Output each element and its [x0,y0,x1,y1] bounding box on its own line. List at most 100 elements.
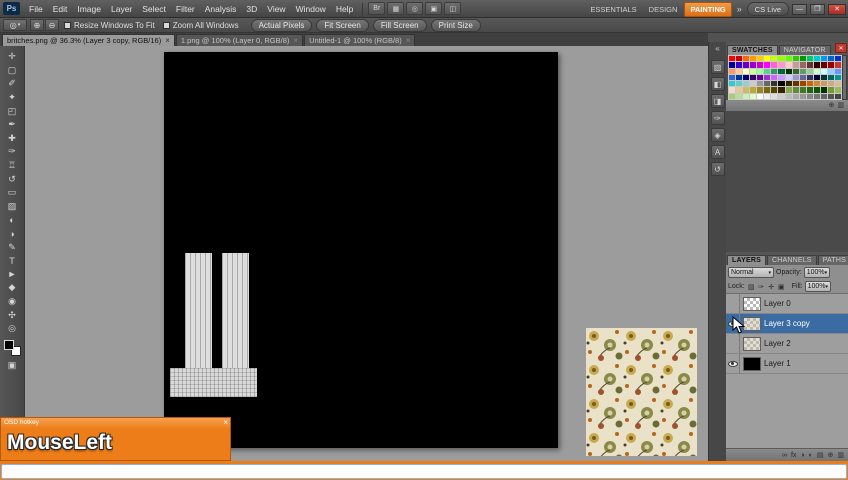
swatch[interactable] [736,74,743,81]
swatch[interactable] [785,62,792,68]
swatch[interactable] [736,93,743,100]
panel-close-button[interactable]: ✕ [835,43,847,53]
menu-analysis[interactable]: Analysis [200,0,242,18]
swatch[interactable] [757,81,764,87]
document-tab[interactable]: britches.png @ 36.3% (Layer 3 copy, RGB/… [2,34,175,46]
swatch[interactable] [729,62,736,68]
menu-filter[interactable]: Filter [171,0,200,18]
link-layers-icon[interactable]: ∞ [782,452,787,459]
eyedropper-tool[interactable]: ✒ [2,118,23,132]
menu-3d[interactable]: 3D [241,0,262,18]
swatch[interactable] [785,87,792,93]
swatch[interactable] [757,87,764,93]
swatch[interactable] [827,81,834,87]
delete-swatch-icon[interactable]: ▥ [837,102,844,109]
swatch[interactable] [736,87,743,93]
masks-panel-icon[interactable]: ◨ [710,94,725,108]
swatch[interactable] [820,56,827,62]
swatch[interactable] [757,74,764,81]
swatch[interactable] [764,81,771,87]
workspace-painting[interactable]: PAINTING [684,1,732,17]
swatch[interactable] [771,74,778,81]
tab-channels[interactable]: CHANNELS [766,255,817,265]
swatch[interactable] [820,93,827,100]
swatch[interactable] [834,56,841,62]
swatch[interactable] [813,93,820,100]
swatch[interactable] [827,62,834,68]
swatch[interactable] [771,87,778,93]
swatch[interactable] [771,81,778,87]
swatch[interactable] [806,68,813,74]
history-brush-tool[interactable]: ↺ [2,172,23,186]
swatch[interactable] [750,74,757,81]
swatch[interactable] [785,56,792,62]
swatch[interactable] [792,62,799,68]
fit-screen-button[interactable]: Fit Screen [316,18,369,32]
menu-file[interactable]: File [24,0,48,18]
swatch[interactable] [729,87,736,93]
workspace-overflow-icon[interactable]: » [735,4,744,14]
rectangular-marquee-tool[interactable]: ▢ [2,64,23,78]
quick-selection-tool[interactable]: ✦ [2,91,23,105]
swatch[interactable] [750,93,757,100]
swatch[interactable] [771,93,778,100]
document-tab[interactable]: Untitled-1 @ 100% (RGB/8) × [304,34,416,46]
zoom-tool[interactable]: ◎ [2,322,23,336]
cs-live-button[interactable]: CS Live [746,2,789,16]
swatch[interactable] [778,74,785,81]
new-group-icon[interactable]: ▤ [817,452,824,459]
swatch[interactable] [771,62,778,68]
swatch[interactable] [778,62,785,68]
gradient-tool[interactable]: ▨ [2,200,23,214]
lock-all-icon[interactable]: ▣ [777,283,786,291]
swatch[interactable] [764,93,771,100]
tool-preset-picker[interactable]: ◎ ▾ [3,19,27,31]
swatch[interactable] [778,81,785,87]
swatch[interactable] [813,81,820,87]
swatch-scrollbar[interactable] [842,55,847,100]
menu-image[interactable]: Image [72,0,106,18]
swatch[interactable] [806,81,813,87]
menu-window[interactable]: Window [291,0,331,18]
new-layer-icon[interactable]: ⊕ [828,452,834,459]
swatch[interactable] [729,56,736,62]
workspace-design[interactable]: DESIGN [644,3,683,16]
swatch[interactable] [834,74,841,81]
clone-stamp-tool[interactable]: ♖ [2,159,23,173]
visibility-toggle[interactable] [726,333,740,354]
swatch[interactable] [827,93,834,100]
swatch[interactable] [729,74,736,81]
checkbox-resize-windows-to-fit[interactable]: Resize Windows To Fit [64,21,155,30]
swatch[interactable] [799,56,806,62]
tab-swatches[interactable]: SWATCHES [727,45,778,55]
swatch[interactable] [827,87,834,93]
swatch[interactable] [757,68,764,74]
swatch[interactable] [806,62,813,68]
layer-styles-icon[interactable]: fx [791,452,796,459]
swatch[interactable] [799,68,806,74]
checkbox-zoom-all-windows[interactable]: Zoom All Windows [162,21,239,30]
swatch[interactable] [834,62,841,68]
collapse-panels-icon[interactable]: « [709,42,726,57]
swatch[interactable] [743,74,750,81]
3d-rotate-tool[interactable]: ◉ [2,295,23,309]
swatch[interactable] [757,93,764,100]
swatch[interactable] [778,93,785,100]
swatch[interactable] [764,68,771,74]
fill-field[interactable]: 100% ▾ [804,281,831,292]
restore-button[interactable]: ❐ [810,3,825,15]
layer-row[interactable]: Layer 1 [726,353,848,374]
menu-select[interactable]: Select [137,0,171,18]
menu-edit[interactable]: Edit [48,0,73,18]
print-size-button[interactable]: Print Size [430,18,481,32]
screen-mode-icon[interactable]: ◫ [444,2,462,15]
swatch[interactable] [757,56,764,62]
swatch[interactable] [813,87,820,93]
swatch[interactable] [750,62,757,68]
lasso-tool[interactable]: ✐ [2,77,23,91]
tab-navigator[interactable]: NAVIGATOR [778,45,831,55]
swatch[interactable] [820,62,827,68]
swatch[interactable] [813,56,820,62]
swatch[interactable] [778,87,785,93]
lock-pixels-icon[interactable]: ✑ [757,283,766,291]
